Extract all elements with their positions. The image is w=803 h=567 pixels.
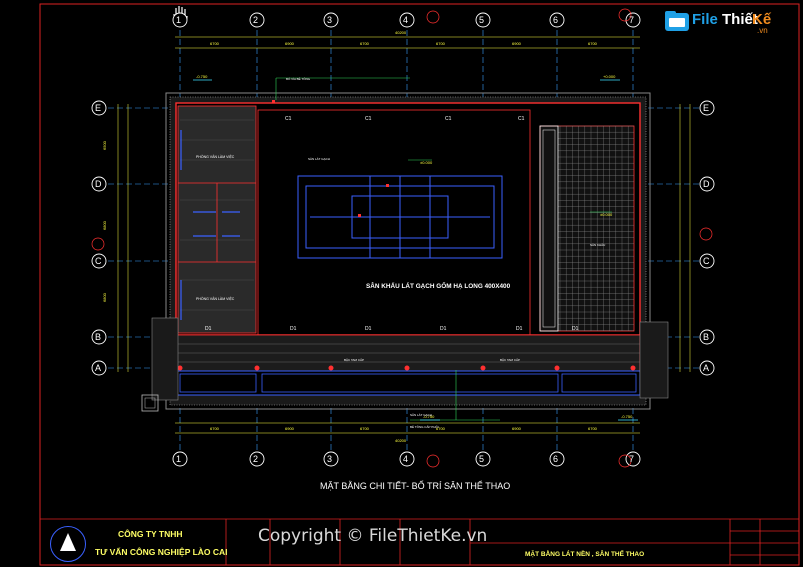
svg-text:D1: D1 [516, 326, 523, 332]
column-bubble-bottom: 2 [253, 454, 259, 464]
column-bubble-bottom: 6 [553, 454, 559, 464]
svg-text:BÓ VỈA BÊ TÔNG: BÓ VỈA BÊ TÔNG [286, 76, 311, 81]
svg-text:6700: 6700 [210, 426, 220, 431]
svg-text:6900: 6900 [285, 426, 295, 431]
column-bubble-top: 3 [327, 15, 333, 25]
svg-text:6700: 6700 [360, 41, 370, 46]
row-bubble-right: C [703, 256, 710, 266]
row-bubble-left: E [95, 103, 102, 113]
brand-logo: File Thiết Kế .vn [664, 8, 774, 35]
company-name-line1: CÔNG TY TNHH [118, 529, 183, 539]
svg-text:6900: 6900 [285, 41, 295, 46]
svg-text:6700: 6700 [588, 41, 598, 46]
row-bubble-left: D [95, 179, 102, 189]
svg-text:40200: 40200 [395, 30, 407, 35]
column-bubble-bottom: 5 [479, 454, 485, 464]
column-bubble-top: 5 [479, 15, 485, 25]
court-label: SÂN KHẤU LÁT GẠCH GỐM HẠ LONG 400X400 [366, 283, 511, 290]
column-bubble-top: 7 [629, 15, 635, 25]
svg-text:6700: 6700 [588, 426, 598, 431]
svg-text:6800: 6800 [102, 292, 107, 302]
column-bubble-top: 6 [553, 15, 559, 25]
row-bubble-left: B [95, 332, 102, 342]
svg-text:6800: 6800 [102, 220, 107, 230]
brand-domain: .vn [757, 26, 768, 35]
column-bubble-bottom: 1 [176, 454, 182, 464]
column-bubble-bottom: 4 [403, 454, 409, 464]
svg-text:BẬC TAM CẤP: BẬC TAM CẤP [344, 357, 364, 362]
row-bubble-left: A [95, 363, 102, 373]
svg-text:±0.000: ±0.000 [420, 160, 433, 165]
column-bubble-top: 1 [176, 15, 182, 25]
svg-text:C1: C1 [445, 116, 452, 122]
svg-text:-0.750: -0.750 [196, 74, 208, 79]
row-bubble-left: C [95, 256, 102, 266]
svg-text:D1: D1 [365, 326, 372, 332]
door-tag: C1 [285, 116, 292, 122]
svg-text:SÀN LÁT GẠCH: SÀN LÁT GẠCH [308, 157, 330, 161]
company-logo-icon [50, 526, 86, 562]
svg-text:BÊ TÔNG CẤP PHỐI: BÊ TÔNG CẤP PHỐI [410, 424, 439, 429]
svg-text:C1: C1 [518, 116, 525, 122]
svg-text:PHÒNG VÂN LÀM VIỆC: PHÒNG VÂN LÀM VIỆC [196, 296, 235, 301]
svg-text:6500: 6500 [102, 140, 107, 150]
svg-text:C1: C1 [365, 116, 372, 122]
row-bubble-right: E [703, 103, 710, 113]
drawing-title: MẶT BẰNG CHI TIẾT- BỐ TRÍ SÂN THỂ THAO [320, 481, 511, 491]
svg-text:BẬC TAM CẤP: BẬC TAM CẤP [500, 357, 520, 362]
row-bubble-right: D [703, 179, 710, 189]
svg-text:D1: D1 [572, 326, 579, 332]
stage-tile-grid [539, 125, 635, 332]
row-bubble-right: A [703, 363, 710, 373]
column-bubble-top: 2 [253, 15, 259, 25]
svg-text:6700: 6700 [210, 41, 220, 46]
column-bubble-top: 4 [403, 15, 409, 25]
svg-text:6700: 6700 [360, 426, 370, 431]
svg-text:D1: D1 [205, 326, 212, 332]
company-name-line2: TƯ VẤN CÔNG NGHIỆP LÀO CAI [95, 547, 228, 557]
brand-file: File [692, 11, 718, 28]
row-bubble-right: B [703, 332, 710, 342]
svg-text:6900: 6900 [512, 41, 522, 46]
svg-text:PHÒNG VÂN LÀM VIỆC: PHÒNG VÂN LÀM VIỆC [196, 154, 235, 159]
svg-text:6900: 6900 [512, 426, 522, 431]
svg-text:D1: D1 [290, 326, 297, 332]
svg-text:SÂN LÁT GẠCH: SÂN LÁT GẠCH [410, 412, 432, 417]
svg-text:±0.000: ±0.000 [600, 212, 613, 217]
brand-folder-icon [665, 11, 689, 31]
svg-text:6700: 6700 [436, 41, 446, 46]
copyright-watermark: Copyright © FileThietKe.vn [258, 526, 488, 546]
column-bubble-bottom: 3 [327, 454, 333, 464]
svg-text:D1: D1 [440, 326, 447, 332]
svg-text:+0.000: +0.000 [603, 74, 616, 79]
svg-text:-0.750: -0.750 [621, 414, 633, 419]
svg-text:SÂN KHẤU: SÂN KHẤU [590, 242, 605, 247]
sheet-title: MẶT BẰNG LÁT NỀN , SÂN THỂ THAO [525, 551, 645, 558]
column-bubble-bottom: 7 [629, 454, 635, 464]
svg-text:40200: 40200 [395, 438, 407, 443]
